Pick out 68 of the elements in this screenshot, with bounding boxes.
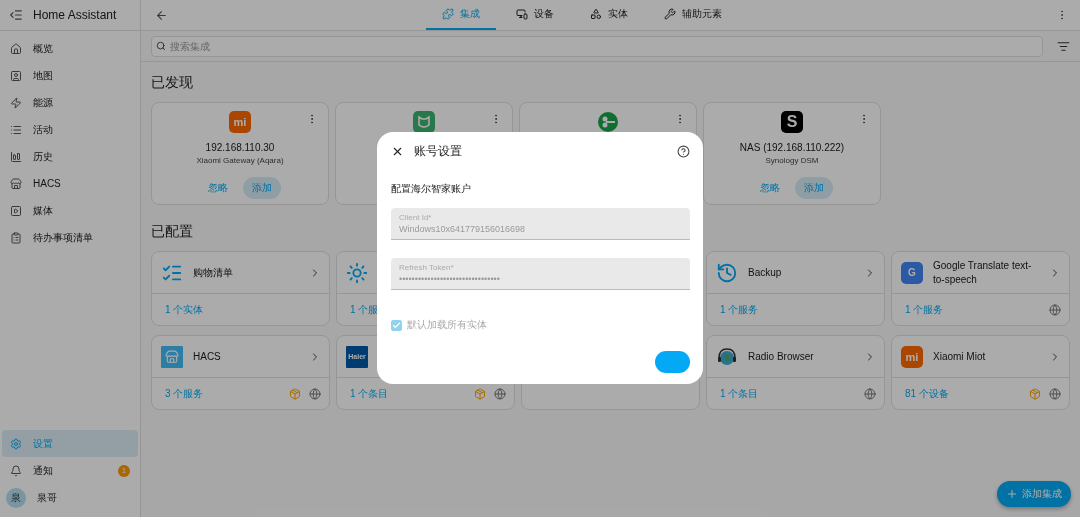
check-icon — [392, 320, 401, 330]
submit-button[interactable] — [655, 351, 690, 373]
integration-name: Xiaomi Miot — [933, 349, 987, 364]
section-heading: 已配置 — [151, 223, 193, 241]
integration-card[interactable]: HACS 3 个服务 — [151, 335, 330, 410]
sidebar-item[interactable]: 能源 — [2, 89, 138, 116]
logo-icon: mi — [901, 345, 923, 368]
help-icon[interactable] — [677, 144, 690, 158]
filter-icon[interactable] — [1057, 39, 1070, 53]
device-name: NAS (192.168.110.222) — [739, 142, 845, 153]
settings-icon — [10, 437, 22, 450]
user-item[interactable]: 泉 泉哥 — [2, 484, 138, 511]
backup-icon — [716, 261, 738, 284]
tab[interactable]: 设备 — [500, 0, 570, 30]
user-card-icon — [10, 69, 22, 82]
logo-icon: G — [901, 261, 923, 284]
store-icon — [10, 177, 22, 190]
home-icon — [10, 42, 22, 55]
tab[interactable]: 实体 — [574, 0, 644, 30]
back-icon[interactable] — [155, 8, 168, 22]
sidebar-item[interactable]: 通知 1 — [2, 457, 138, 484]
integration-card[interactable]: Radio Browser 1 个条目 — [706, 335, 885, 410]
user-avatar: 泉 — [6, 487, 26, 508]
device-name: 192.168.110.30 — [205, 142, 275, 153]
puzzle-icon — [442, 8, 454, 20]
app-title: Home Assistant — [33, 8, 117, 22]
checkbox-label: 默认加载所有实体 — [407, 318, 487, 332]
integration-name: Backup — [748, 265, 783, 280]
dialog-description: 配置海尔智家账户 — [391, 182, 472, 196]
integration-card[interactable]: mi Xiaomi Miot 81 个设备 — [891, 335, 1070, 410]
sidebar-item[interactable]: 活动 — [2, 116, 138, 143]
search-field[interactable]: 搜索集成 — [151, 35, 1043, 57]
bar-chart-icon — [10, 150, 22, 163]
integration-name: Radio Browser — [748, 349, 815, 364]
logo-icon: S — [781, 111, 803, 133]
list-icon — [10, 123, 22, 136]
integration-card[interactable]: G Google Translate text-to-speech 1 个服务 — [891, 251, 1070, 326]
integration-name: HACS — [193, 349, 222, 364]
integration-card[interactable]: 购物清单 1 个实体 — [151, 251, 330, 326]
sidebar-item[interactable]: HACS — [2, 170, 138, 197]
wrench-icon — [664, 8, 676, 20]
dialog-title: 账号设置 — [414, 142, 463, 160]
integration-name: Xiaomi Gateway (Aqara) — [196, 156, 284, 165]
sidebar-item[interactable]: 媒体 — [2, 197, 138, 224]
sun-icon — [346, 261, 368, 284]
menu-icon[interactable] — [9, 8, 23, 22]
tab[interactable]: 辅助元素 — [648, 0, 738, 30]
checkbox[interactable] — [391, 319, 402, 331]
integration-name: 购物清单 — [193, 265, 234, 280]
sidebar-item[interactable]: 地图 — [2, 62, 138, 89]
clipboard-icon — [10, 231, 22, 244]
integration-name: Google Translate text-to-speech — [933, 258, 1033, 287]
logo-icon: mi — [229, 111, 251, 133]
notification-badge: 1 — [118, 464, 130, 477]
devices-icon — [516, 8, 528, 20]
search-icon — [156, 40, 166, 51]
sidebar-item[interactable]: 概览 — [2, 35, 138, 62]
sidebar-item[interactable]: 待办事项清单 — [2, 224, 138, 251]
plus-icon — [1006, 488, 1018, 500]
play-icon — [10, 204, 22, 217]
globe-headphones-icon — [716, 345, 738, 368]
integration-card[interactable]: Backup 1 个服务 — [706, 251, 885, 326]
shapes-icon — [590, 8, 602, 20]
integration-name: Synology DSM — [765, 156, 819, 165]
section-heading: 已发现 — [151, 74, 193, 92]
lightning-icon — [10, 96, 22, 109]
sidebar-item[interactable]: 历史 — [2, 143, 138, 170]
bell-icon — [10, 464, 22, 477]
